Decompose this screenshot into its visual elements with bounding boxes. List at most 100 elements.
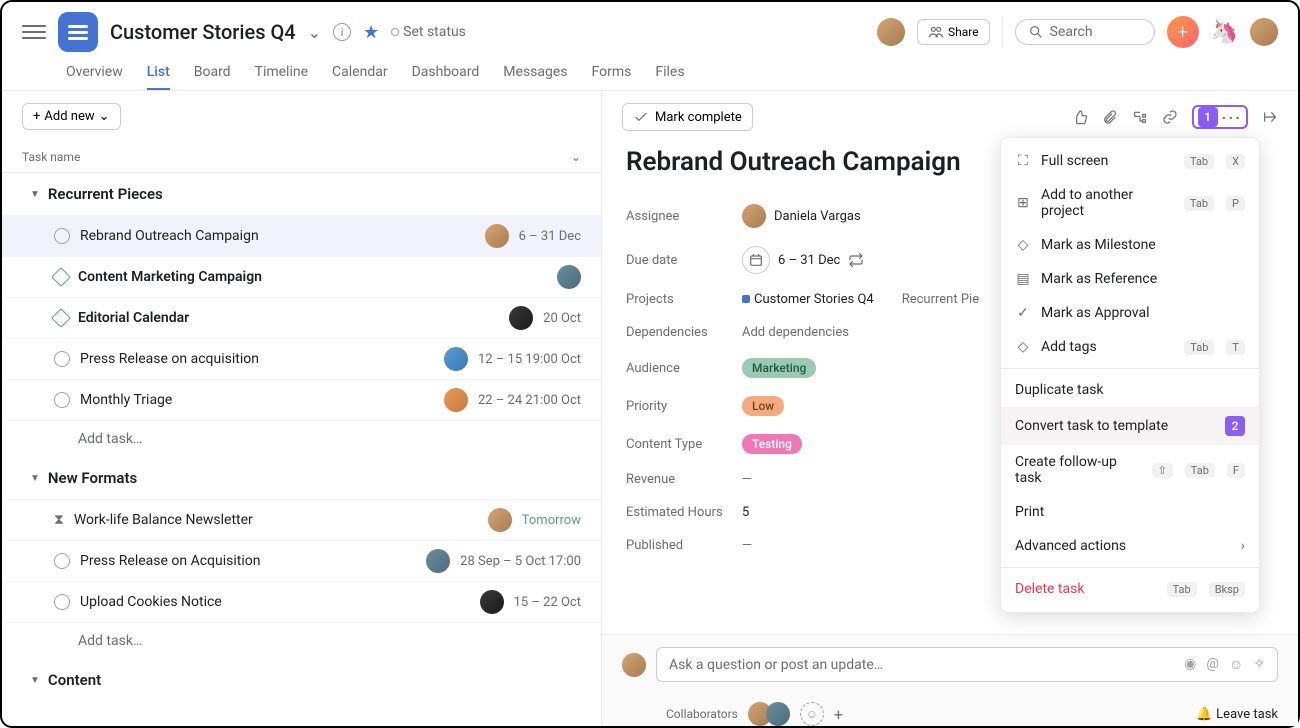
task-row[interactable]: Upload Cookies Notice 15 – 22 Oct (2, 581, 601, 622)
menu-item[interactable]: ⛶Full screenTabX (1001, 144, 1259, 178)
tab-messages[interactable]: Messages (503, 56, 567, 90)
check-circle-icon[interactable] (54, 553, 70, 569)
add-collaborator-button[interactable]: + (834, 705, 843, 724)
triangle-down-icon: ▼ (30, 473, 40, 484)
tab-calendar[interactable]: Calendar (332, 56, 388, 90)
task-actions-menu: ⛶Full screenTabX⊞Add to another projectT… (1000, 137, 1260, 613)
tab-list[interactable]: List (147, 56, 170, 90)
add-task-button[interactable]: Add task… (2, 420, 601, 457)
task-row[interactable]: Monthly Triage22 – 24 21:00 Oct (2, 379, 601, 420)
task-row[interactable]: ⧗Work-life Balance NewsletterTomorrow (2, 499, 601, 540)
task-name: Rebrand Outreach Campaign (80, 228, 475, 244)
menu-item[interactable]: ◇Add tagsTabT (1001, 330, 1259, 364)
check-circle-icon[interactable] (54, 392, 70, 408)
task-row[interactable]: Content Marketing Campaign (2, 256, 601, 297)
tab-dashboard[interactable]: Dashboard (412, 56, 480, 90)
star-icon[interactable]: ✧ (1253, 656, 1265, 673)
check-circle-icon[interactable] (54, 351, 70, 367)
menu-item[interactable]: Advanced actions› (1001, 529, 1259, 563)
set-status-button[interactable]: Set status (391, 24, 466, 40)
section-header[interactable]: ▼Content (2, 659, 601, 701)
task-name: Upload Cookies Notice (80, 594, 470, 610)
menu-item-delete[interactable]: Delete taskTabBksp (1001, 572, 1259, 606)
task-name: Monthly Triage (80, 392, 434, 408)
link-icon[interactable] (1162, 109, 1178, 125)
tab-files[interactable]: Files (655, 56, 684, 90)
emoji-icon[interactable]: ☺ (1229, 656, 1243, 673)
user-avatar[interactable] (1250, 18, 1278, 46)
tab-timeline[interactable]: Timeline (255, 56, 308, 90)
triangle-down-icon: ▼ (30, 189, 40, 200)
menu-item[interactable]: Convert task to template2 (1001, 407, 1259, 445)
field-label-est-hours: Estimated Hours (626, 505, 742, 520)
check-icon (633, 109, 649, 125)
task-row[interactable]: Rebrand Outreach Campaign6 – 31 Dec (2, 215, 601, 256)
add-new-button[interactable]: + Add new ⌄ (22, 103, 121, 130)
menu-item[interactable]: Print (1001, 495, 1259, 529)
mention-icon[interactable]: @ (1206, 656, 1219, 673)
triangle-down-icon: ▼ (30, 675, 40, 686)
menu-item[interactable]: ⊞Add to another projectTabP (1001, 178, 1259, 228)
search-input[interactable]: Search (1015, 19, 1155, 45)
add-task-button[interactable]: Add task… (2, 622, 601, 659)
repeat-icon[interactable] (848, 252, 864, 268)
project-icon (58, 12, 98, 52)
avatar (742, 204, 766, 228)
avatar (485, 224, 509, 248)
info-icon[interactable]: i (333, 23, 351, 41)
menu-item[interactable]: Duplicate task (1001, 373, 1259, 407)
more-actions-highlight: 1 ··· (1192, 105, 1248, 129)
avatar (622, 653, 646, 677)
task-row[interactable]: Editorial Calendar20 Oct (2, 297, 601, 338)
tab-forms[interactable]: Forms (592, 56, 632, 90)
menu-item[interactable]: ✓Mark as Approval (1001, 296, 1259, 330)
menu-icon: ⊞ (1015, 195, 1031, 211)
global-add-button[interactable]: + (1167, 16, 1199, 48)
comment-input[interactable]: Ask a question or post an update… ◉ @ ☺ … (656, 647, 1278, 682)
record-icon[interactable]: ◉ (1184, 656, 1196, 673)
task-date: 28 Sep – 5 Oct 17:00 (460, 554, 581, 569)
task-row[interactable]: Press Release on Acquisition28 Sep – 5 O… (2, 540, 601, 581)
calendar-icon (742, 246, 770, 274)
subtask-icon[interactable] (1132, 109, 1148, 125)
field-label-deps: Dependencies (626, 325, 742, 340)
like-icon[interactable] (1072, 109, 1088, 125)
task-name: Content Marketing Campaign (78, 269, 547, 285)
menu-icon: ▤ (1015, 271, 1031, 287)
task-list: ▼Recurrent PiecesRebrand Outreach Campai… (2, 173, 601, 726)
avatar[interactable] (877, 18, 905, 46)
avatar (480, 590, 504, 614)
add-collaborator-placeholder[interactable]: ☺ (800, 702, 824, 726)
close-panel-icon[interactable] (1262, 109, 1278, 125)
tab-overview[interactable]: Overview (66, 56, 123, 90)
star-icon[interactable]: ★ (363, 22, 379, 43)
chevron-down-icon[interactable]: ⌄ (571, 150, 581, 164)
column-task-name[interactable]: Task name (22, 150, 571, 164)
section-header[interactable]: ▼Recurrent Pieces (2, 173, 601, 215)
mark-complete-button[interactable]: Mark complete (622, 103, 753, 131)
check-circle-icon[interactable] (54, 228, 70, 244)
check-circle-icon[interactable] (54, 594, 70, 610)
menu-item[interactable]: Create follow-up task⇧TabF (1001, 445, 1259, 495)
avatar[interactable] (766, 702, 790, 726)
chevron-down-icon: ⌄ (99, 109, 110, 124)
tab-board[interactable]: Board (194, 56, 231, 90)
menu-item[interactable]: ◇Mark as Milestone (1001, 228, 1259, 262)
menu-item[interactable]: ▤Mark as Reference (1001, 262, 1259, 296)
hamburger-menu[interactable] (22, 20, 46, 44)
more-actions-button[interactable]: ··· (1222, 108, 1242, 127)
section-header[interactable]: ▼New Formats (2, 457, 601, 499)
attachment-icon[interactable] (1102, 109, 1118, 125)
chevron-down-icon[interactable]: ⌄ (308, 23, 321, 42)
task-date: 15 – 22 Oct (514, 595, 581, 610)
celebration-icon[interactable]: 🦄 (1211, 20, 1238, 45)
avatar (444, 388, 468, 412)
people-icon (928, 24, 944, 40)
view-tabs: Overview List Board Timeline Calendar Dashboa… (2, 56, 1298, 91)
menu-icon: ⛶ (1015, 153, 1031, 169)
bell-icon: 🔔 (1196, 707, 1212, 722)
leave-task-button[interactable]: 🔔 Leave task (1196, 707, 1278, 722)
task-row[interactable]: Press Release on acquisition12 – 15 19:0… (2, 338, 601, 379)
share-button[interactable]: Share (917, 19, 990, 45)
field-label-due: Due date (626, 253, 742, 268)
